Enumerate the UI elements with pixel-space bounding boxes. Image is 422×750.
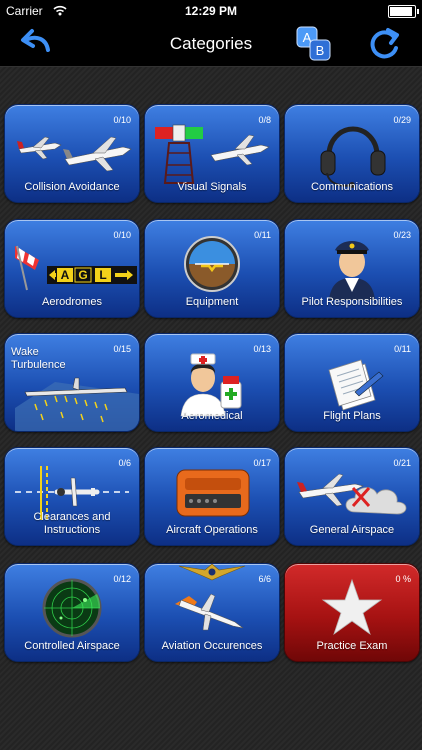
progress-count: 6/6 bbox=[258, 574, 271, 584]
sort-badge-b: B bbox=[316, 43, 325, 58]
practice-exam-button[interactable]: 0 % Practice Exam bbox=[284, 563, 420, 662]
category-label: General Airspace bbox=[309, 524, 395, 536]
progress-count: 0/13 bbox=[253, 344, 271, 354]
category-wake-turbulence[interactable]: 0/15 Wake Turbulence bbox=[4, 333, 140, 432]
category-aeromedical[interactable]: 0/13 Aeromedical bbox=[144, 333, 280, 432]
category-communications[interactable]: 0/29 Communications bbox=[284, 104, 420, 203]
category-label: Aviation Occurences bbox=[161, 640, 263, 652]
progress-count: 0/17 bbox=[253, 458, 271, 468]
category-aerodromes[interactable]: A G L 0/10 Aerodromes bbox=[4, 219, 140, 318]
category-aviation-occurences[interactable]: 6/6 Aviation Occurences bbox=[144, 563, 280, 662]
category-label: Collision Avoidance bbox=[24, 181, 120, 193]
category-general-airspace[interactable]: 0/21 General Airspace bbox=[284, 447, 420, 546]
progress-count: 0/21 bbox=[393, 458, 411, 468]
progress-count: 0/6 bbox=[118, 458, 131, 468]
battery-icon bbox=[388, 5, 419, 18]
category-clearances-instructions[interactable]: 0/6 Clearances and Instructions bbox=[4, 447, 140, 546]
sign-letter-a: A bbox=[61, 268, 70, 282]
category-controlled-airspace[interactable]: 0/12 Controlled Airspace bbox=[4, 563, 140, 662]
category-flight-plans[interactable]: 0/11 Flight Plans bbox=[284, 333, 420, 432]
category-label: Wake Turbulence bbox=[11, 346, 66, 371]
category-visual-signals[interactable]: 0/8 Visual Signals bbox=[144, 104, 280, 203]
progress-count: 0/15 bbox=[113, 344, 131, 354]
category-equipment[interactable]: 0/11 Equipment bbox=[144, 219, 280, 318]
sort-button[interactable]: A B bbox=[296, 26, 332, 62]
category-aircraft-operations[interactable]: 0/17 Aircraft Operations bbox=[144, 447, 280, 546]
category-label: Aerodromes bbox=[42, 296, 102, 308]
category-label: Clearances and Instructions bbox=[33, 511, 111, 536]
refresh-icon bbox=[370, 28, 399, 59]
progress-count: 0/12 bbox=[113, 574, 131, 584]
page-title: Categories bbox=[169, 34, 253, 53]
refresh-button[interactable] bbox=[366, 26, 402, 62]
progress-count: 0 % bbox=[395, 574, 411, 584]
sign-letter-g: G bbox=[78, 268, 87, 282]
progress-count: 0/11 bbox=[394, 344, 411, 354]
progress-count: 0/10 bbox=[113, 230, 131, 240]
category-label: Aircraft Operations bbox=[166, 524, 258, 536]
category-label: Pilot Responsibilities bbox=[301, 296, 403, 308]
ab-sort-icon: A B bbox=[296, 26, 331, 61]
sign-letter-l: L bbox=[99, 268, 106, 282]
category-label: Practice Exam bbox=[316, 640, 388, 652]
category-pilot-responsibilities[interactable]: 0/23 Pilot Responsibilities bbox=[284, 219, 420, 318]
navigation-bar: Categories A B bbox=[0, 22, 422, 67]
progress-count: 0/11 bbox=[254, 230, 271, 240]
category-label: Aeromedical bbox=[181, 410, 243, 422]
category-collision-avoidance[interactable]: 0/10 Collision Avoidance bbox=[4, 104, 140, 203]
category-label: Controlled Airspace bbox=[24, 640, 120, 652]
progress-count: 0/29 bbox=[393, 115, 411, 125]
status-bar: Carrier 12:29 PM bbox=[0, 0, 422, 22]
progress-count: 0/10 bbox=[113, 115, 131, 125]
clock: 12:29 PM bbox=[184, 4, 238, 18]
progress-count: 0/8 bbox=[258, 115, 271, 125]
category-label: Communications bbox=[311, 181, 393, 193]
category-label: Equipment bbox=[185, 296, 239, 308]
category-label: Flight Plans bbox=[323, 410, 381, 422]
progress-count: 0/23 bbox=[393, 230, 411, 240]
category-label: Visual Signals bbox=[177, 181, 247, 193]
